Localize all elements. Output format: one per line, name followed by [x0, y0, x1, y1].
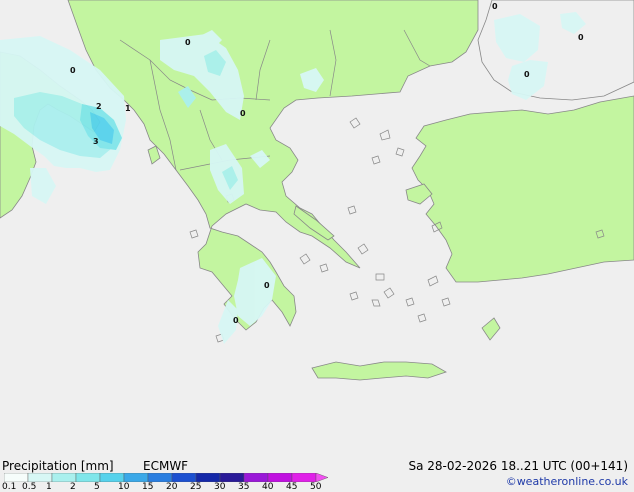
isoline-label: 0: [233, 316, 239, 325]
scale-swatch: [291, 473, 317, 482]
scale-tick-label: 25: [190, 482, 202, 492]
isoline-label: 0: [578, 33, 584, 42]
scale-swatch: [195, 473, 221, 482]
precipitation-map-view: 0 0 0 0 0 0 0 0 2 1 3 Precipitation [mm]…: [0, 0, 634, 492]
scale-tick-label: 30: [214, 482, 226, 492]
crete-island: [311, 361, 447, 381]
legend-footer: Precipitation [mm] ECMWF Sa 28-02-2026 1…: [0, 458, 634, 492]
scale-swatch: [123, 473, 149, 482]
scale-swatch: [4, 473, 29, 482]
scale-swatch: [99, 473, 125, 482]
site-credit[interactable]: ©weatheronline.co.uk: [506, 475, 628, 488]
scale-tick-label: 40: [262, 482, 274, 492]
scale-tick-label: 1: [46, 482, 52, 492]
scale-swatch: [243, 473, 269, 482]
scale-swatch: [51, 473, 77, 482]
color-scale-bar: [4, 473, 329, 482]
scale-swatch: [147, 473, 173, 482]
scale-swatch: [267, 473, 293, 482]
scale-swatch: [27, 473, 53, 482]
map-canvas: 0 0 0 0 0 0 0 0 2 1 3: [0, 0, 634, 458]
scale-tick-label: 15: [142, 482, 154, 492]
scale-tick-label: 2: [70, 482, 76, 492]
isoline-label: 0: [70, 66, 76, 75]
scale-tick-label: 0.1: [2, 482, 17, 492]
isoline-label: 1: [125, 104, 131, 113]
legend-title: Precipitation [mm]: [2, 459, 114, 473]
isoline-label: 2: [96, 102, 102, 111]
scale-swatch: [171, 473, 197, 482]
scale-tick-label: 35: [238, 482, 250, 492]
forecast-datetime: Sa 28-02-2026 18..21 UTC (00+141): [408, 459, 628, 473]
scale-swatch: [219, 473, 245, 482]
isoline-label: 0: [264, 281, 270, 290]
scale-swatch: [75, 473, 101, 482]
scale-tick-label: 45: [286, 482, 298, 492]
scale-overflow-arrow: [315, 473, 329, 482]
model-name: ECMWF: [143, 459, 189, 473]
isoline-label: 0: [492, 2, 498, 11]
isoline-label: 3: [93, 137, 99, 146]
isoline-label: 0: [185, 38, 191, 47]
isoline-label: 0: [240, 109, 246, 118]
scale-tick-label: 5: [94, 482, 100, 492]
scale-tick-label: 10: [118, 482, 130, 492]
isoline-label: 0: [524, 70, 530, 79]
scale-tick-label: 0.5: [22, 482, 37, 492]
scale-tick-label: 20: [166, 482, 178, 492]
scale-tick-label: 50: [310, 482, 322, 492]
